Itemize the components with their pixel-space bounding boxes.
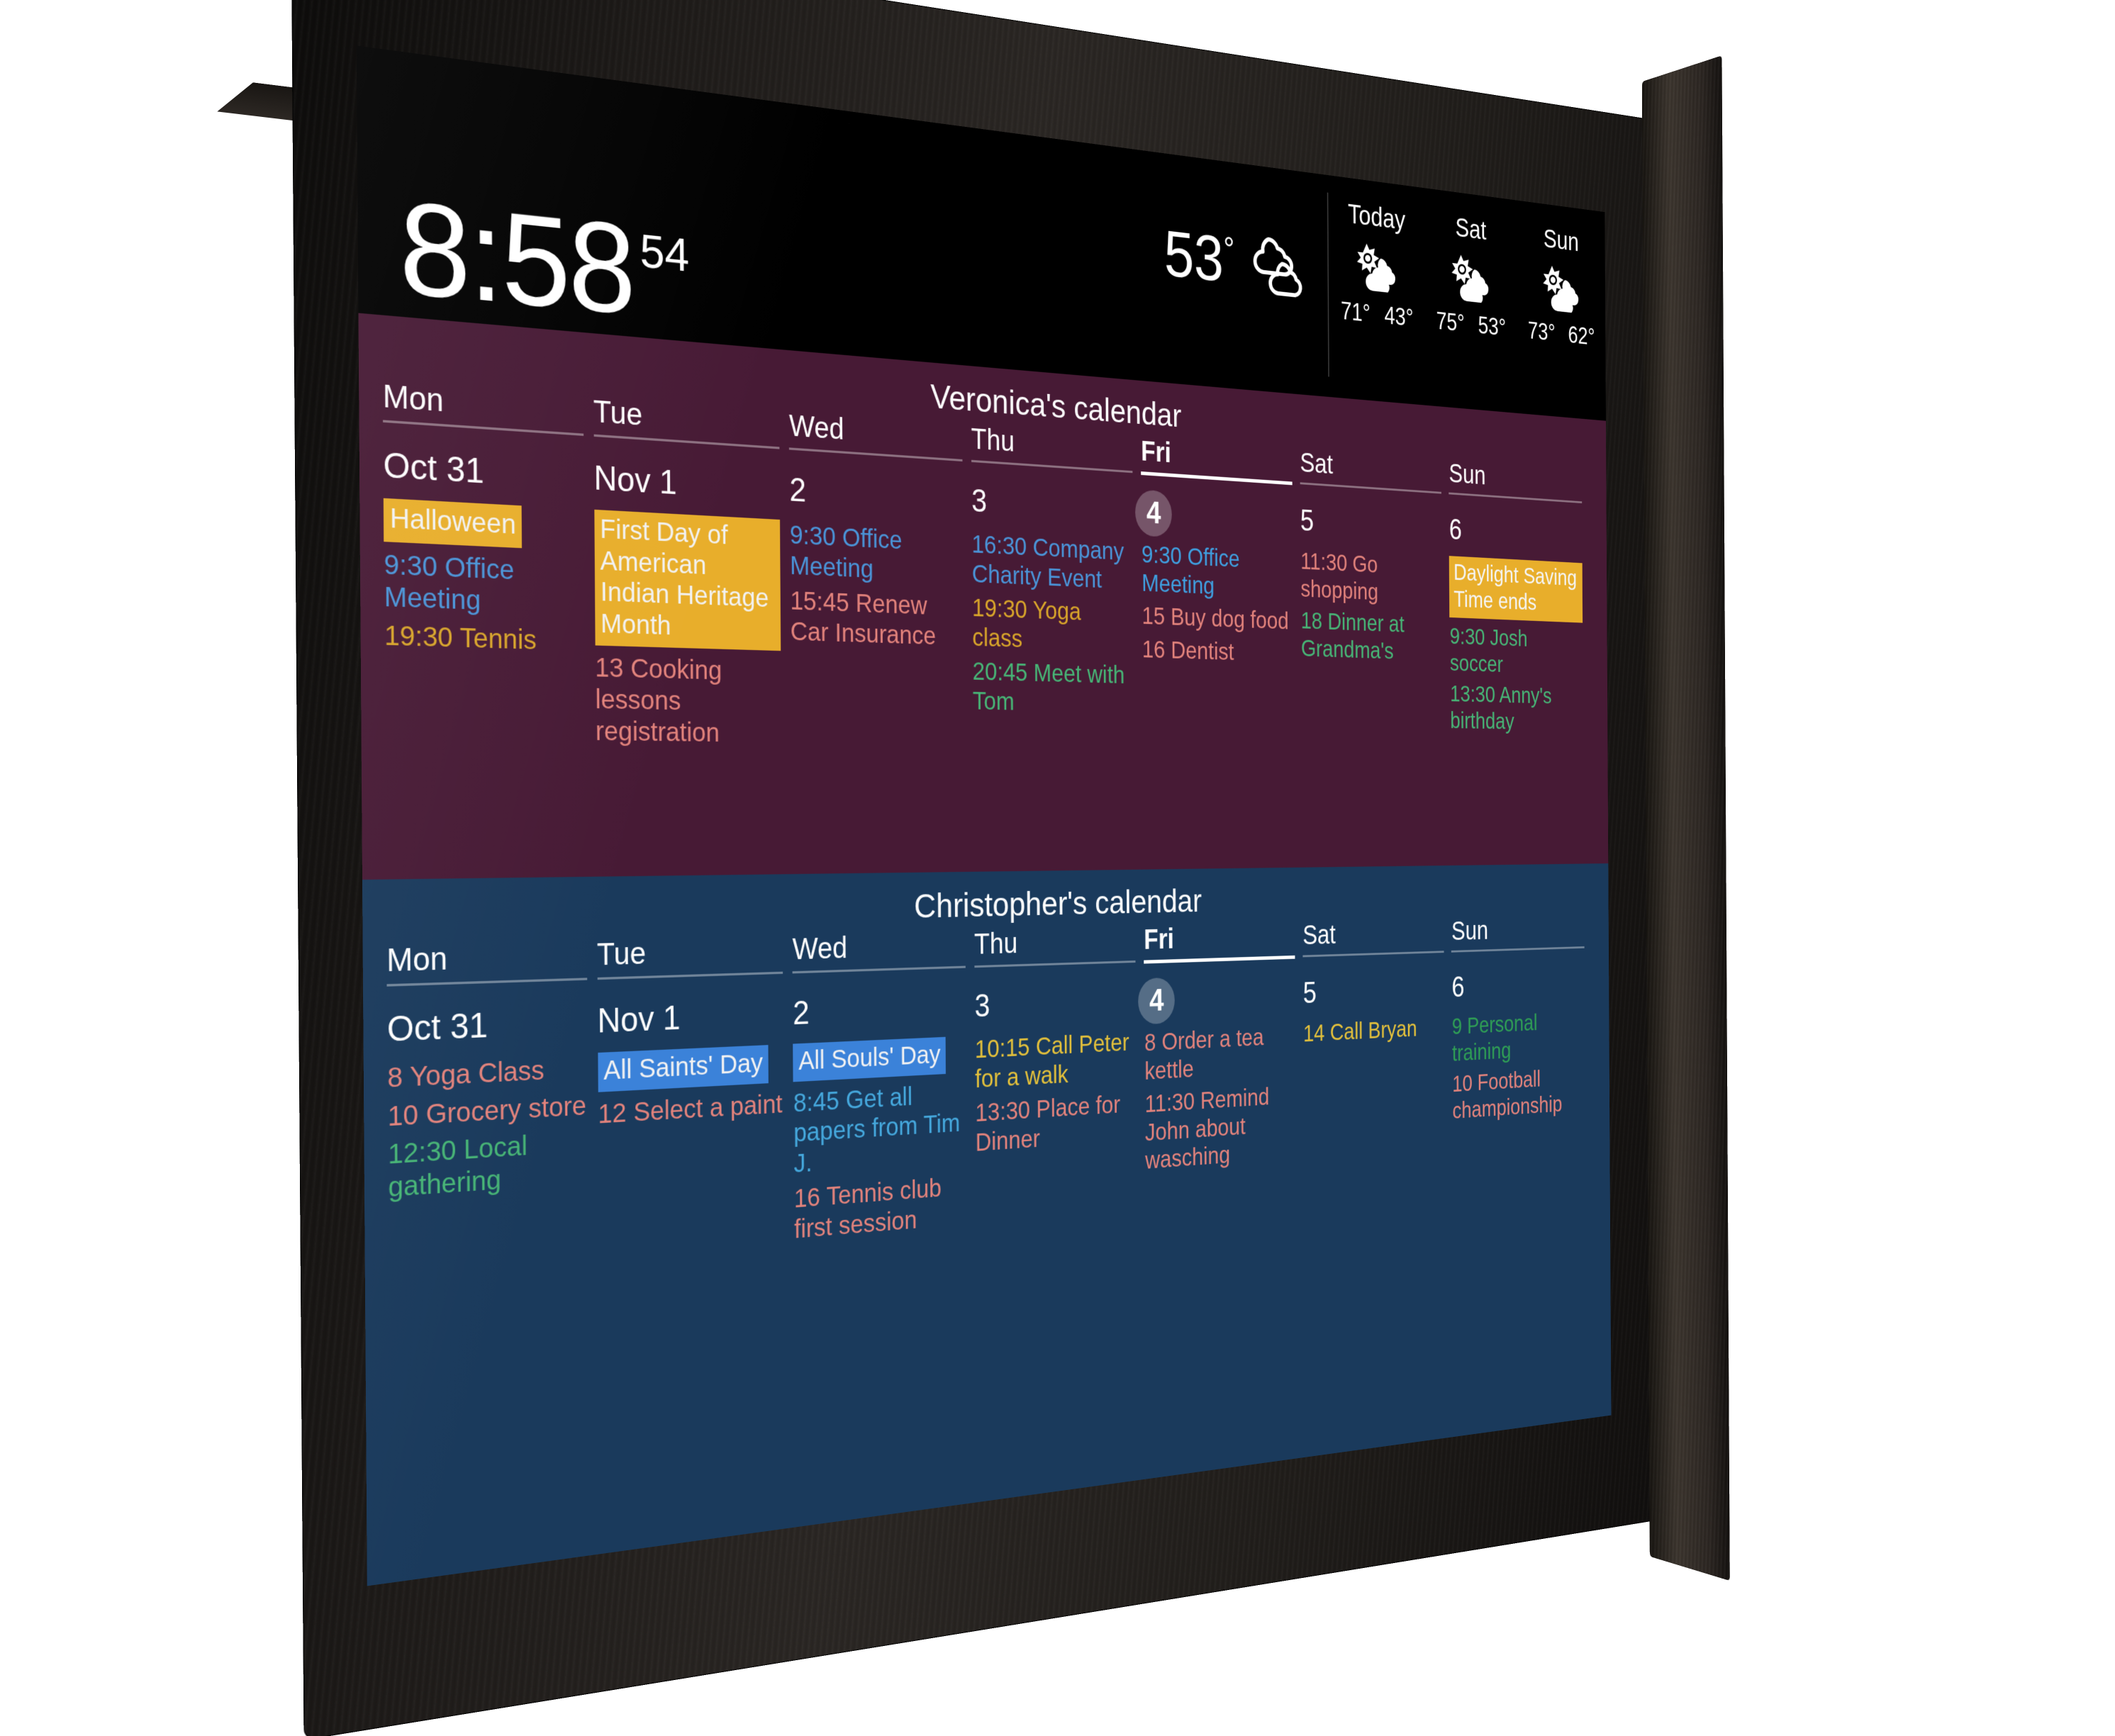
- day-of-week-label: Wed: [789, 409, 963, 459]
- column-divider: [789, 447, 962, 461]
- calendar-day-column[interactable]: Fri49:30 Office Meeting15 Buy dog food16…: [1141, 436, 1302, 760]
- calendar-day-column[interactable]: TueNov 1First Day of American Indian Her…: [593, 395, 791, 755]
- clock-seconds: 54: [640, 223, 689, 283]
- column-divider: [793, 966, 966, 974]
- smart-display-device: 8:58 54 53°: [291, 0, 1658, 1736]
- day-number: 5: [1302, 970, 1444, 1012]
- calendar-day-column[interactable]: Sun 69 Personal training10 Football champ…: [1451, 914, 1592, 1194]
- calendar-event[interactable]: 9:30 Josh soccer: [1450, 623, 1583, 680]
- day-of-week-label: Sun: [1451, 914, 1585, 951]
- calendar-event[interactable]: 8:45 Get all papers from Tim J.: [793, 1079, 967, 1180]
- forecast-day[interactable]: Today: [1328, 193, 1425, 386]
- degree-symbol: °: [1223, 231, 1234, 269]
- column-divider: [386, 978, 586, 986]
- calendar-event[interactable]: 15:45 Renew Car Insurance: [790, 586, 964, 652]
- calendar-event[interactable]: 12:30 Local gathering: [388, 1127, 588, 1204]
- day-number: 4: [1144, 976, 1295, 1021]
- calendar-week-grid: Mon Oct 318 Yoga Class10 Grocery store12:…: [363, 913, 1610, 1287]
- calendar-event[interactable]: 18 Dinner at Grandma's: [1301, 607, 1443, 666]
- calendar-event[interactable]: 10:15 Call Peter for a walk: [975, 1029, 1137, 1094]
- calendar-event[interactable]: 16 Dentist: [1142, 635, 1293, 668]
- calendar-event[interactable]: 13 Cooking lessons registration: [595, 653, 781, 749]
- calendar-day-column[interactable]: Wed 29:30 Office Meeting15:45 Renew Car I…: [789, 409, 973, 756]
- day-number: 2: [793, 987, 966, 1035]
- forecast-low: 62°: [1568, 321, 1595, 351]
- calendar-holiday-event[interactable]: All Saints' Day: [598, 1045, 769, 1092]
- scene: 8:58 54 53°: [0, 0, 2115, 1691]
- day-number: 6: [1449, 511, 1583, 555]
- day-of-week-label: Wed: [792, 929, 965, 971]
- column-divider: [383, 420, 584, 435]
- day-of-week-label: Sat: [1302, 917, 1444, 955]
- calendar-event[interactable]: 12 Select a paint: [598, 1089, 783, 1130]
- day-number: 2: [789, 469, 963, 521]
- display-screen: 8:58 54 53°: [357, 45, 1612, 1586]
- day-number: 5: [1300, 502, 1442, 548]
- partly-cloudy-icon: [1354, 234, 1400, 301]
- forecast-day-label: Sun: [1544, 224, 1579, 257]
- partly-cloudy-icon: [1449, 245, 1493, 310]
- day-of-week-label: Thu: [974, 925, 1136, 965]
- calendar-day-column[interactable]: Sun6Daylight Saving Time ends9:30 Josh s…: [1449, 459, 1590, 762]
- calendar-event[interactable]: 8 Yoga Class: [387, 1053, 587, 1095]
- calendar-event[interactable]: 13:30 Anny's birthday: [1450, 681, 1583, 737]
- day-number: Oct 31: [383, 443, 584, 499]
- day-number: 6: [1451, 965, 1585, 1006]
- forecast-day[interactable]: Sat: [1424, 205, 1517, 393]
- day-number: 4: [1142, 493, 1293, 541]
- frame-right-edge: [1642, 55, 1730, 1581]
- calendar-event[interactable]: 9:30 Office Meeting: [1142, 541, 1293, 604]
- forecast-day-label: Sat: [1455, 213, 1486, 246]
- forecast-low: 43°: [1384, 301, 1413, 332]
- day-of-week-label: Mon: [383, 379, 584, 433]
- today-highlight: 4: [1135, 489, 1172, 537]
- day-of-week-label: Mon: [386, 938, 587, 984]
- calendar-event[interactable]: 11:30 Remind John about wasching: [1145, 1082, 1296, 1175]
- calendar-event[interactable]: 14 Call Bryan: [1303, 1014, 1445, 1048]
- calendar-day-column[interactable]: Fri 48 Order a tea kettle11:30 Remind Joh…: [1144, 921, 1304, 1221]
- day-number: Nov 1: [597, 993, 783, 1043]
- calendar-event[interactable]: 15 Buy dog food: [1142, 603, 1293, 637]
- clock-time: 8:58: [398, 193, 634, 323]
- calendar-event[interactable]: 10 Grocery store: [388, 1090, 588, 1133]
- forecast-high: 71°: [1341, 297, 1371, 328]
- cloudy-icon: [1244, 229, 1312, 303]
- calendar-day-column[interactable]: Sat511:30 Go shopping18 Dinner at Grandm…: [1300, 448, 1450, 761]
- day-of-week-label: Tue: [597, 934, 783, 978]
- current-weather[interactable]: 53°: [1120, 147, 1312, 396]
- column-divider: [597, 972, 783, 980]
- day-of-week-label: Fri: [1144, 921, 1295, 960]
- forecast-high: 75°: [1436, 307, 1465, 337]
- calendar-holiday-event[interactable]: Halloween: [384, 498, 523, 548]
- partly-cloudy-icon: [1540, 257, 1583, 320]
- calendar-day-column[interactable]: Sat 514 Call Bryan: [1302, 917, 1453, 1207]
- today-highlight: 4: [1138, 978, 1175, 1025]
- forecast-high: 73°: [1528, 317, 1556, 347]
- calendar-holiday-event[interactable]: Daylight Saving Time ends: [1449, 556, 1583, 623]
- day-of-week-label: Tue: [593, 395, 780, 447]
- calendar-day-column[interactable]: Thu316:30 Company Charity Event19:30 Yog…: [971, 423, 1142, 758]
- calendar-event[interactable]: 9:30 Office Meeting: [790, 520, 964, 588]
- calendar-day-column[interactable]: MonOct 31Halloween9:30 Office Meeting19:…: [383, 379, 596, 752]
- current-temperature: 53°: [1164, 221, 1235, 293]
- calendar-day-column[interactable]: Wed 2All Souls' Day8:45 Get all papers fr…: [792, 929, 976, 1250]
- calendar-event[interactable]: 11:30 Go shopping: [1300, 548, 1442, 609]
- calendar-event[interactable]: 10 Football championship: [1452, 1064, 1585, 1125]
- calendar-event[interactable]: 9 Personal training: [1452, 1008, 1585, 1067]
- calendar-holiday-event[interactable]: All Souls' Day: [793, 1037, 946, 1082]
- calendar-event[interactable]: 8 Order a tea kettle: [1144, 1022, 1295, 1086]
- day-number: Oct 31: [387, 1000, 588, 1053]
- forecast-day[interactable]: Sun: [1517, 217, 1606, 402]
- forecast-low: 53°: [1478, 312, 1507, 342]
- calendar-day-column[interactable]: Mon Oct 318 Yoga Class10 Grocery store12:…: [386, 938, 599, 1284]
- calendar-day-column[interactable]: Thu310:15 Call Peter for a walk13:30 Pla…: [974, 924, 1146, 1235]
- calendar-day-column[interactable]: Tue Nov 1All Saints' Day12 Select a paint: [597, 933, 794, 1267]
- calendar-event[interactable]: 19:30 Tennis: [384, 620, 585, 658]
- calendar-event[interactable]: 16 Tennis club first session: [794, 1172, 967, 1245]
- forecast-day-label: Today: [1348, 199, 1405, 236]
- forecast-strip: Today: [1327, 193, 1606, 402]
